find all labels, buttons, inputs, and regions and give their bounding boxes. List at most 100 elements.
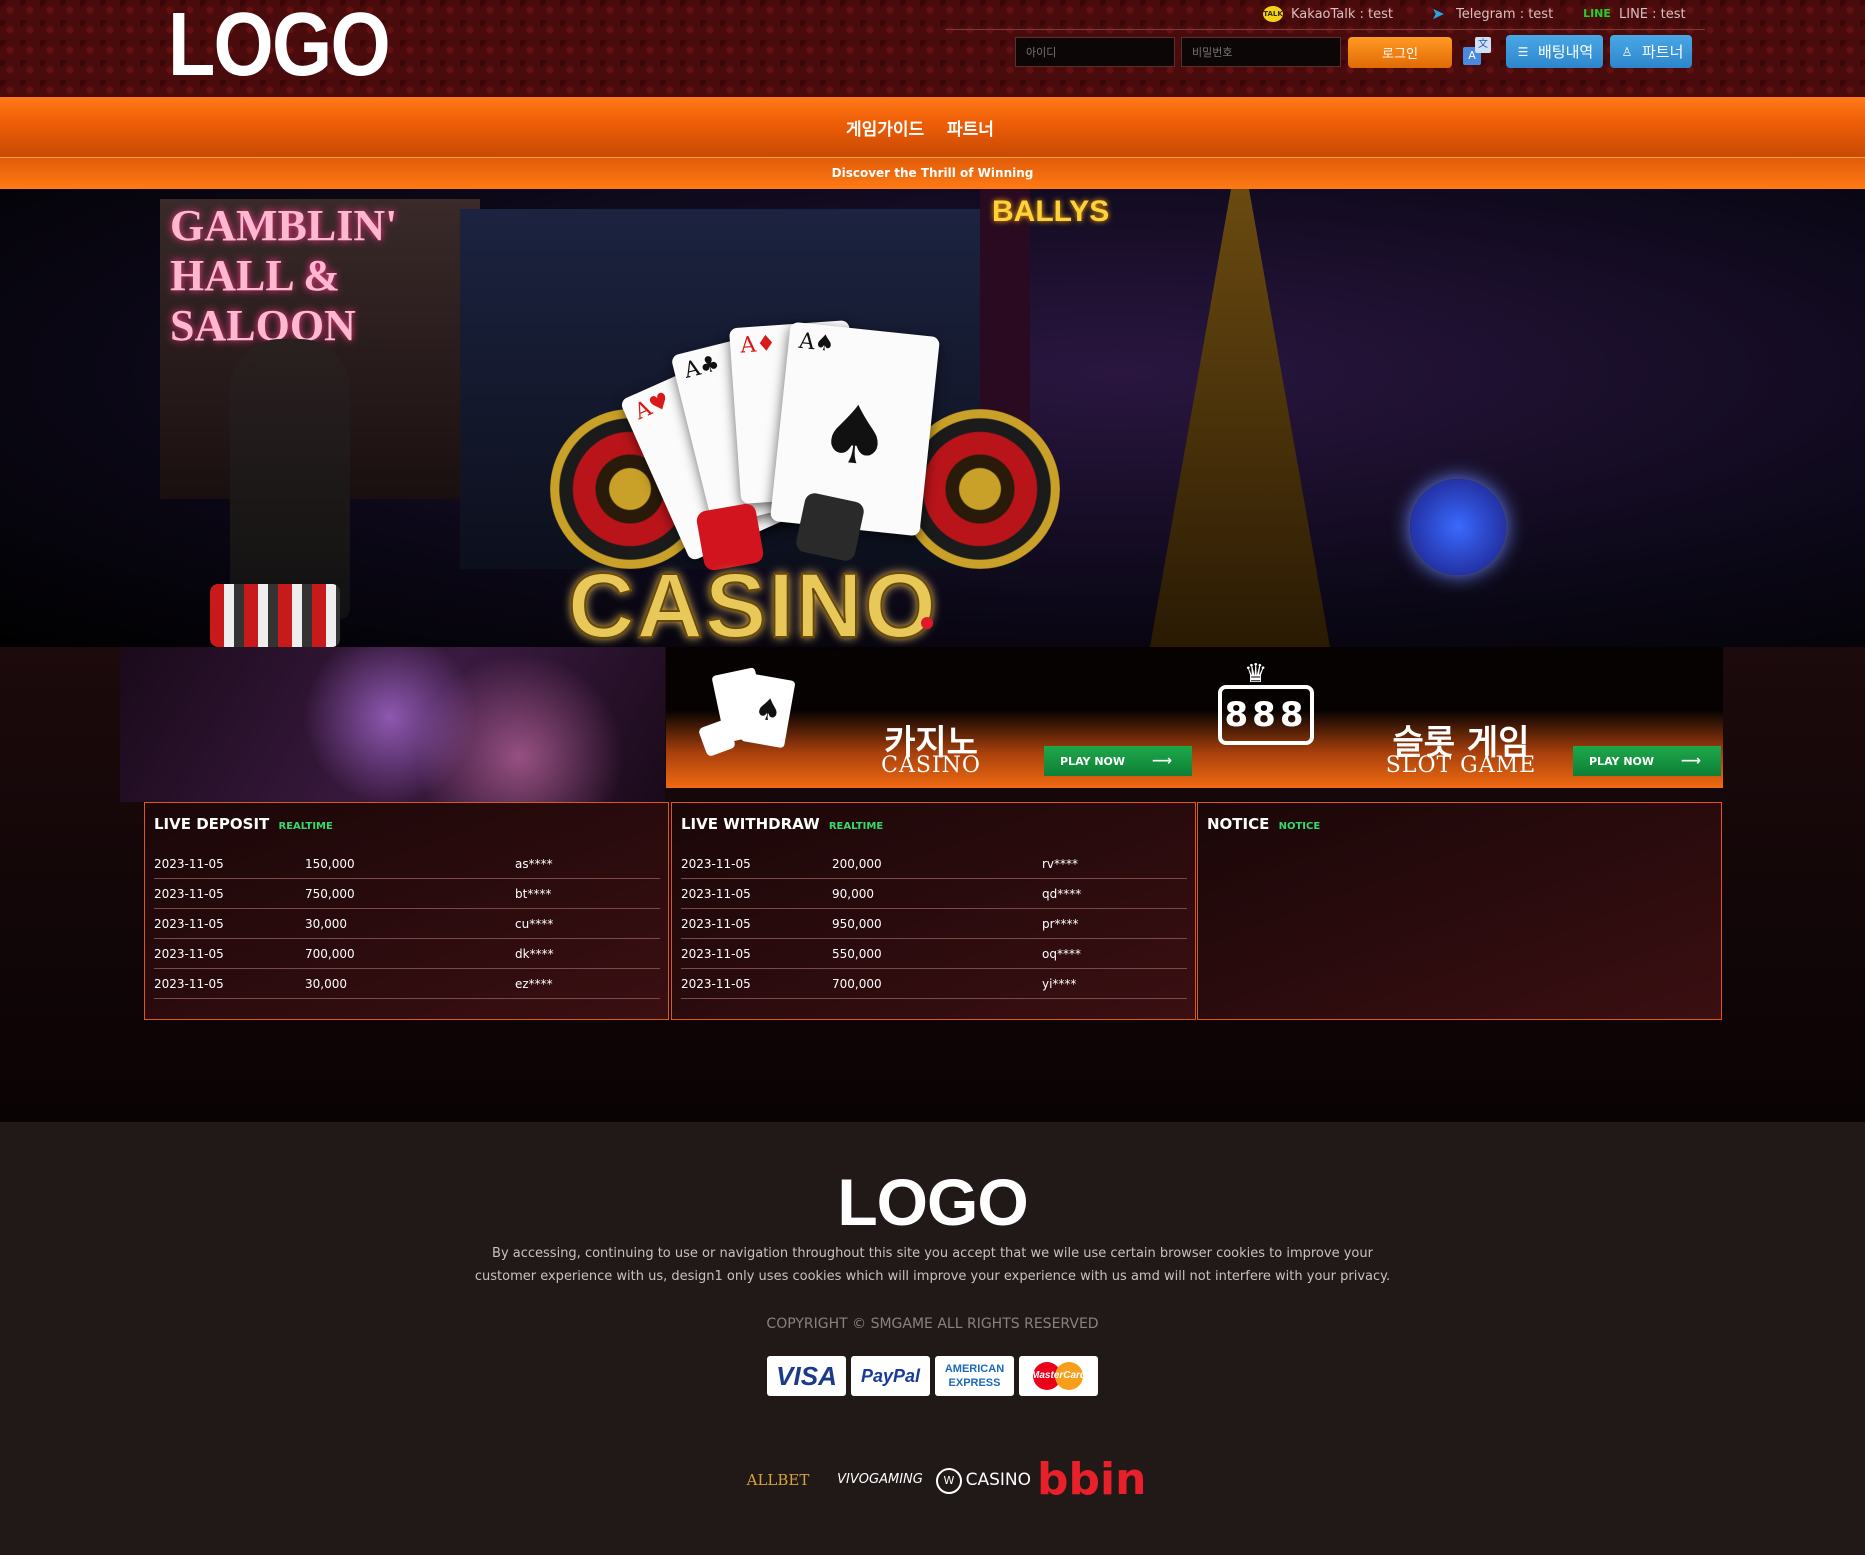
row-date: 2023-11-05 bbox=[154, 887, 224, 901]
copyright-text: COPYRIGHT © SMGAME ALL RIGHTS RESERVED bbox=[766, 1316, 1099, 1332]
nav-item-game-guide[interactable]: 게임가이드 bbox=[846, 115, 924, 140]
username-input[interactable] bbox=[1015, 37, 1175, 67]
table-row: 2023-11-05 150,000 as**** bbox=[154, 849, 660, 879]
table-row: 2023-11-05 700,000 yi**** bbox=[681, 969, 1187, 999]
row-date: 2023-11-05 bbox=[681, 917, 751, 931]
hero-banner: GAMBLIN' HALL & SALOON BALLYS A♥ A♣ A♦ A… bbox=[0, 189, 1865, 647]
contact-telegram[interactable]: ➤ Telegram : test bbox=[1428, 6, 1553, 22]
cards-dice-icon: ♠ bbox=[697, 665, 806, 765]
row-amount: 30,000 bbox=[305, 977, 347, 991]
row-date: 2023-11-05 bbox=[154, 917, 224, 931]
translate-icon[interactable]: A文 bbox=[1461, 37, 1493, 67]
crown-icon: ♛ bbox=[1244, 659, 1268, 689]
carousel-dot[interactable] bbox=[921, 617, 933, 629]
contact-telegram-label: Telegram : test bbox=[1456, 6, 1554, 22]
row-amount: 550,000 bbox=[832, 947, 882, 961]
notice-panel: NOTICE NOTICE bbox=[1197, 802, 1722, 1020]
row-amount: 90,000 bbox=[832, 887, 874, 901]
table-row: 2023-11-05 200,000 rv**** bbox=[681, 849, 1187, 879]
row-date: 2023-11-05 bbox=[681, 947, 751, 961]
row-user: qd**** bbox=[1042, 887, 1082, 901]
contact-line-label: LINE : test bbox=[1619, 6, 1686, 22]
row-amount: 700,000 bbox=[832, 977, 882, 991]
allbet-logo: ALLBET bbox=[746, 1471, 810, 1489]
row-user: dk**** bbox=[515, 947, 554, 961]
row-user: as**** bbox=[515, 857, 553, 871]
live-deposit-panel: LIVE DEPOSIT REALTIME 2023-11-05 150,000 a… bbox=[144, 802, 669, 1020]
banner-casino-headline: CASINO bbox=[567, 554, 938, 647]
main-nav: 게임가이드 파트너 bbox=[0, 97, 1865, 157]
amex-logo: AMERICAN EXPRESS bbox=[935, 1356, 1014, 1396]
nav-item-partner[interactable]: 파트너 bbox=[947, 115, 994, 140]
realtime-tag: REALTIME bbox=[828, 821, 884, 832]
row-user: yi**** bbox=[1042, 977, 1077, 991]
live-withdraw-heading: LIVE WITHDRAW REALTIME bbox=[681, 815, 883, 833]
live-deposit-heading: LIVE DEPOSIT REALTIME bbox=[154, 815, 333, 833]
ticker-bar: Discover the Thrill of Winning bbox=[0, 157, 1865, 189]
realtime-tag: REALTIME bbox=[278, 821, 333, 832]
deposit-list: 2023-11-05 150,000 as**** 2023-11-05 750,00… bbox=[154, 849, 660, 999]
live-withdraw-panel: LIVE WITHDRAW REALTIME 2023-11-05 200,000… bbox=[671, 802, 1196, 1020]
row-user: ez**** bbox=[515, 977, 553, 991]
table-row: 2023-11-05 90,000 qd**** bbox=[681, 879, 1187, 909]
dealer-promo-image bbox=[120, 647, 665, 802]
contact-line[interactable]: LINE LINE : test bbox=[1583, 6, 1686, 22]
row-amount: 750,000 bbox=[305, 887, 355, 901]
slot-subtitle: SLOT GAME bbox=[1385, 753, 1537, 778]
password-input[interactable] bbox=[1181, 37, 1341, 67]
login-button[interactable]: 로그인 bbox=[1348, 37, 1452, 68]
footer: LOGO By accessing, continuing to use or … bbox=[0, 1122, 1865, 1555]
header: LOGO TALK KakaoTalk : test ➤ Telegram : … bbox=[0, 0, 1865, 97]
row-date: 2023-11-05 bbox=[154, 857, 224, 871]
contact-kakaotalk[interactable]: TALK KakaoTalk : test bbox=[1263, 6, 1393, 22]
telegram-icon: ➤ bbox=[1431, 4, 1445, 23]
row-user: pr**** bbox=[1042, 917, 1079, 931]
table-row: 2023-11-05 30,000 ez**** bbox=[154, 969, 660, 999]
site-logo[interactable]: LOGO bbox=[168, 0, 391, 90]
banner-chip-stack bbox=[210, 584, 340, 647]
withdraw-list: 2023-11-05 200,000 rv**** 2023-11-05 90,000… bbox=[681, 849, 1187, 999]
banner-eiffel-tower bbox=[1150, 189, 1330, 647]
row-amount: 200,000 bbox=[832, 857, 882, 871]
live-withdraw-title: LIVE WITHDRAW bbox=[681, 815, 820, 833]
betting-history-button[interactable]: ☰ 배팅내역 bbox=[1506, 35, 1603, 68]
row-user: rv**** bbox=[1042, 857, 1079, 871]
slot-machine-icon: 888 bbox=[1218, 685, 1314, 745]
partner-button-label: 파트너 bbox=[1642, 43, 1684, 61]
visa-logo: VISA bbox=[767, 1356, 846, 1396]
kakaotalk-icon: TALK bbox=[1263, 6, 1283, 22]
game-section: ♠ 카지노 CASINO PLAY NOW ⟶ 888 ♛ 슬롯 게임 SLOT… bbox=[0, 647, 1865, 1122]
wm-casino-logo: W CASINO bbox=[936, 1452, 1031, 1508]
partner-icon: ♙ bbox=[1621, 44, 1633, 59]
row-date: 2023-11-05 bbox=[681, 857, 751, 871]
casino-play-button[interactable]: PLAY NOW ⟶ bbox=[1044, 746, 1192, 776]
contact-bar: TALK KakaoTalk : test ➤ Telegram : test … bbox=[945, 2, 1705, 30]
row-date: 2023-11-05 bbox=[681, 977, 751, 991]
slot-play-button[interactable]: PLAY NOW ⟶ bbox=[1573, 746, 1721, 776]
contact-kakaotalk-label: KakaoTalk : test bbox=[1291, 6, 1393, 22]
paypal-logo: PayPal bbox=[851, 1356, 930, 1396]
row-user: cu**** bbox=[515, 917, 554, 931]
row-amount: 150,000 bbox=[305, 857, 355, 871]
notice-tag: NOTICE bbox=[1278, 821, 1321, 832]
table-row: 2023-11-05 550,000 oq**** bbox=[681, 939, 1187, 969]
slot-game-tile[interactable]: 888 ♛ 슬롯 게임 SLOT GAME PLAY NOW ⟶ bbox=[1196, 647, 1723, 788]
casino-play-label: PLAY NOW bbox=[1060, 754, 1126, 768]
row-date: 2023-11-05 bbox=[154, 947, 224, 961]
casino-game-tile[interactable]: ♠ 카지노 CASINO PLAY NOW ⟶ bbox=[666, 647, 1196, 788]
bbin-logo: bbin bbox=[1037, 1454, 1147, 1505]
notice-title: NOTICE bbox=[1207, 815, 1270, 833]
partner-button[interactable]: ♙ 파트너 bbox=[1610, 35, 1692, 68]
row-amount: 700,000 bbox=[305, 947, 355, 961]
table-row: 2023-11-05 750,000 bt**** bbox=[154, 879, 660, 909]
row-date: 2023-11-05 bbox=[681, 887, 751, 901]
row-amount: 30,000 bbox=[305, 917, 347, 931]
mastercard-label: MasterCard bbox=[1030, 1370, 1087, 1381]
slot-play-label: PLAY NOW bbox=[1589, 754, 1655, 768]
banner-saloon-sign: GAMBLIN' HALL & SALOON bbox=[170, 201, 398, 350]
line-icon: LINE bbox=[1583, 7, 1611, 20]
list-icon: ☰ bbox=[1517, 44, 1529, 59]
row-amount: 950,000 bbox=[832, 917, 882, 931]
row-user: bt**** bbox=[515, 887, 552, 901]
footer-logo[interactable]: LOGO bbox=[0, 1164, 1865, 1240]
